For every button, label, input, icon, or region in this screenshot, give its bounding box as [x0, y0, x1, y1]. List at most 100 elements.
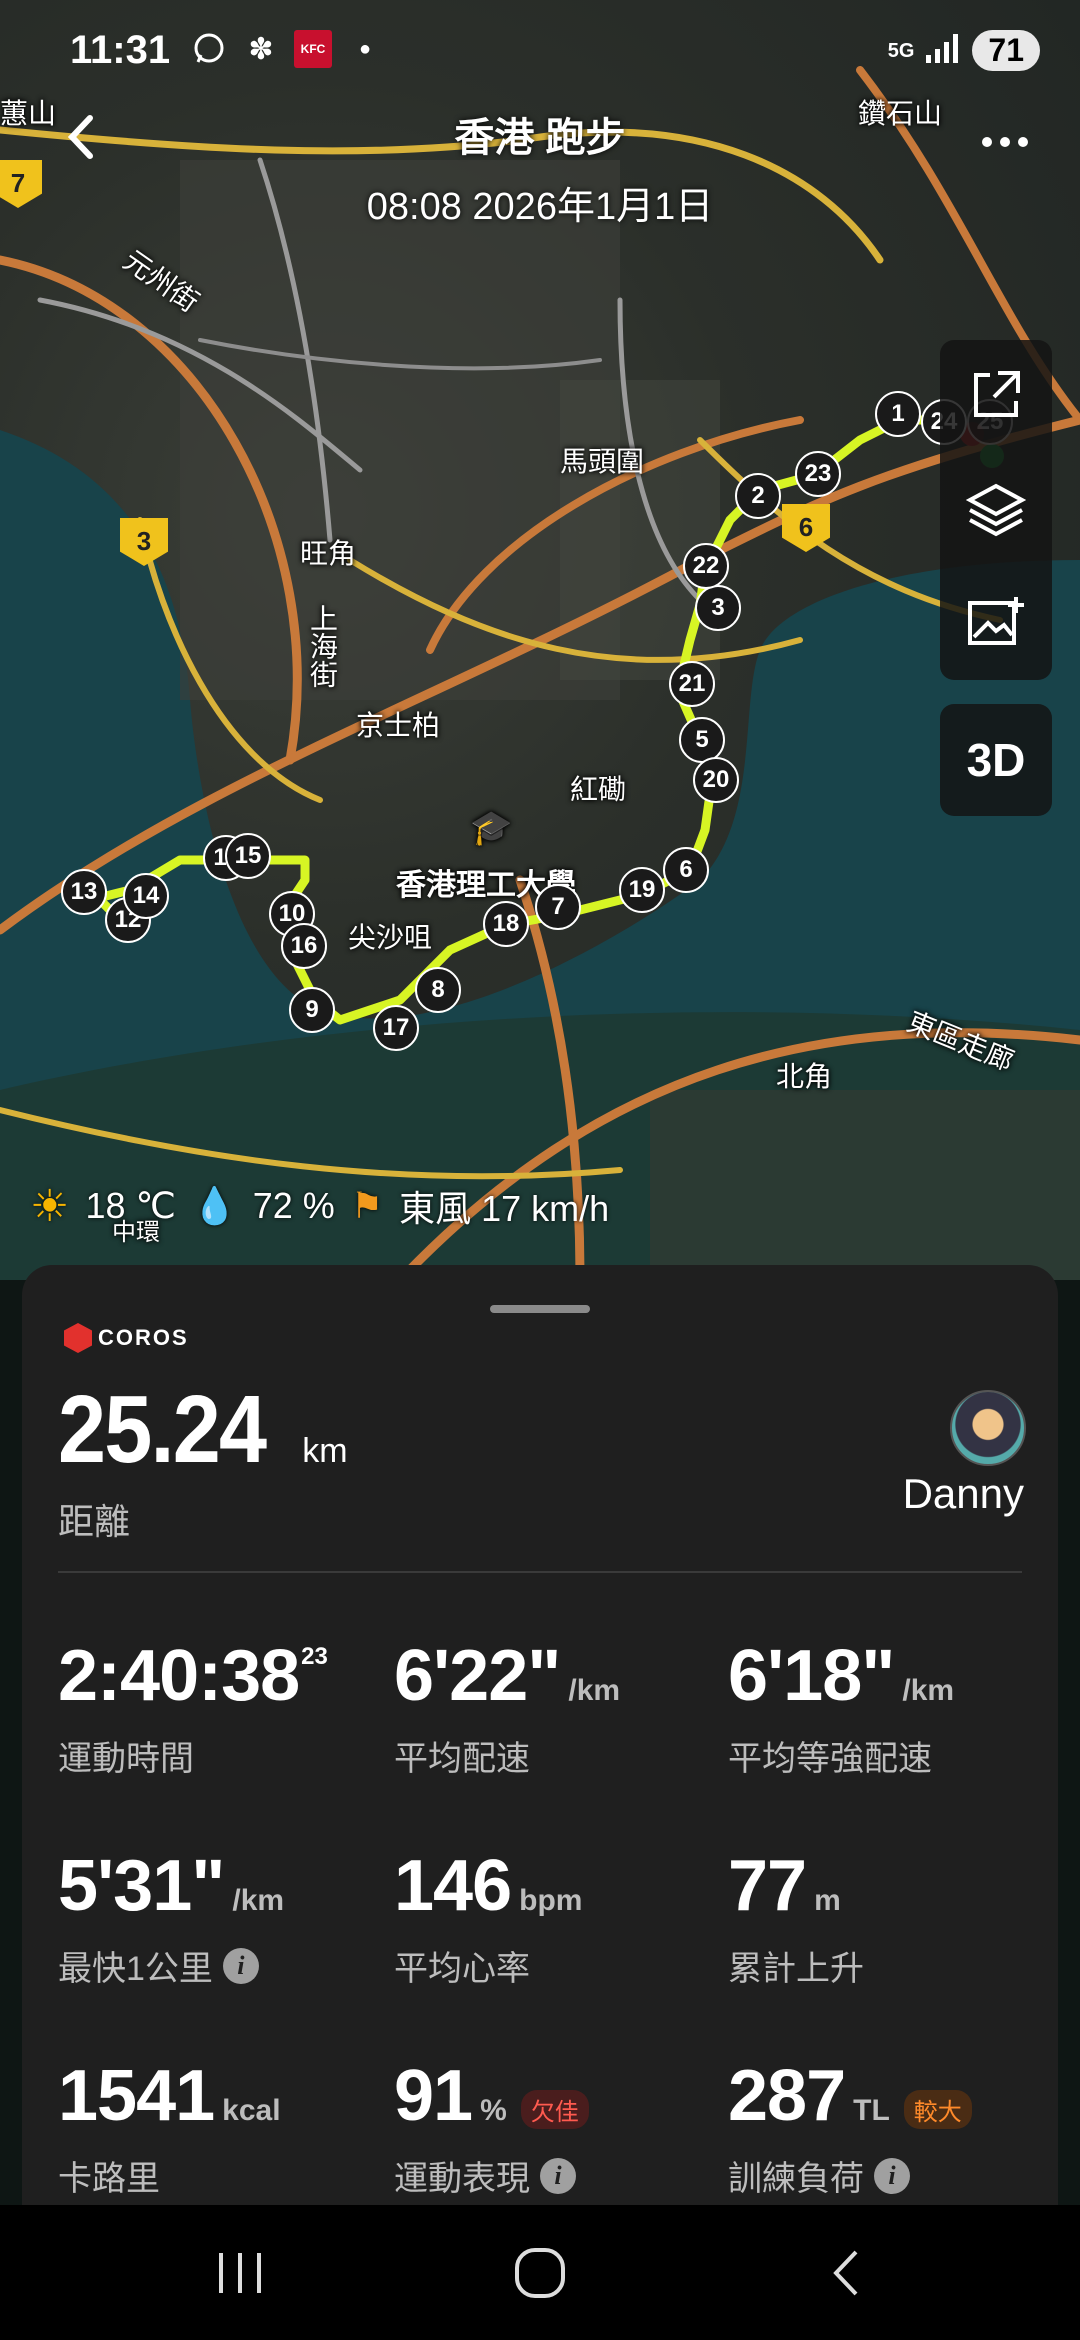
- add-photo-icon: [968, 597, 1024, 645]
- brand-name: COROS: [98, 1325, 189, 1350]
- stat-unit: /km: [902, 1674, 955, 1707]
- network-type: 5G: [887, 39, 915, 62]
- stat-unit: /km: [568, 1674, 621, 1707]
- activity-datetime: 08:08 2026年1月1日: [366, 186, 714, 228]
- activity-summary-sheet[interactable]: COROS 25.24 km 距離 Danny 2:40:38 23 運動時間 6…: [22, 1265, 1058, 2265]
- km-marker[interactable]: 19: [619, 867, 665, 913]
- weather-strip: ☀ 18 ℃ 💧 72 % ⚑ 東風 17 km/h: [30, 1180, 609, 1232]
- stat-label: 平均等強配速: [728, 1740, 932, 1778]
- layers-button[interactable]: [940, 455, 1052, 565]
- stat-avg-hr: 146 bpm 平均心率: [394, 1845, 714, 1990]
- km-marker[interactable]: 15: [225, 833, 271, 879]
- km-marker[interactable]: 22: [683, 543, 729, 589]
- coros-logo-icon: [64, 1323, 92, 1353]
- stat-training-load: 287 TL 較大 訓練負荷 i: [728, 2055, 1048, 2200]
- stat-value: 146: [394, 1846, 512, 1926]
- nav-back-button[interactable]: [746, 2205, 946, 2340]
- stat-unit: TL: [853, 2094, 890, 2127]
- 3d-view-button[interactable]: 3D: [940, 704, 1052, 816]
- km-marker[interactable]: 2: [735, 473, 781, 519]
- stat-label: 訓練負荷: [728, 2160, 864, 2198]
- sheet-grab-handle[interactable]: [490, 1305, 590, 1313]
- stat-performance: 91% 欠佳 運動表現 i: [394, 2055, 714, 2200]
- battery-level: 71: [972, 30, 1040, 71]
- flower-icon: ✽: [248, 32, 274, 66]
- info-icon[interactable]: i: [222, 1947, 259, 1984]
- distance-unit: km: [302, 1432, 348, 1470]
- km-marker[interactable]: 17: [373, 1005, 419, 1051]
- map-label-north-point: 北角: [776, 1061, 833, 1092]
- back-icon: [833, 2250, 858, 2295]
- map-label-mong-kok: 旺角: [300, 538, 357, 569]
- whatsapp-icon: [190, 30, 228, 68]
- km-marker[interactable]: 3: [695, 585, 741, 631]
- km-marker[interactable]: 18: [483, 901, 529, 947]
- stat-value: 287: [728, 2056, 846, 2136]
- stat-avg-pace: 6'22"/km 平均配速: [394, 1635, 714, 1780]
- distance-label: 距離: [58, 1501, 131, 1542]
- status-time: 11:31: [70, 28, 171, 72]
- humidity: 72 %: [252, 1185, 335, 1226]
- more-options-button[interactable]: [970, 110, 1040, 170]
- stat-label: 平均配速: [394, 1740, 530, 1778]
- km-marker[interactable]: 6: [663, 847, 709, 893]
- more-dots-icon: [982, 137, 1028, 147]
- km-marker[interactable]: 9: [289, 987, 335, 1033]
- status-bar: 11:31 ✽ KFC ● 5G 71: [0, 0, 1080, 110]
- info-icon[interactable]: i: [540, 2157, 576, 2194]
- map-label-ma-tau-wai: 馬頭圍: [560, 446, 645, 477]
- km-marker[interactable]: 8: [415, 967, 461, 1013]
- km-marker[interactable]: 7: [535, 884, 581, 930]
- layers-icon: [966, 483, 1026, 537]
- home-icon: [515, 2247, 565, 2298]
- stat-elevation-gain: 77 m 累計上升: [728, 1845, 1048, 1990]
- recent-apps-button[interactable]: [140, 2205, 340, 2340]
- map-label-king-sze-pak: 京士柏: [356, 710, 441, 741]
- stat-value: 6'18": [728, 1636, 895, 1716]
- stat-label: 卡路里: [58, 2160, 160, 2198]
- avatar[interactable]: [950, 1390, 1026, 1466]
- km-marker[interactable]: 1: [875, 391, 921, 437]
- brand-logo: COROS: [64, 1323, 189, 1353]
- stat-value: 6'22": [394, 1636, 561, 1716]
- sun-icon: ☀: [30, 1181, 70, 1231]
- stat-unit: kcal: [222, 2094, 281, 2127]
- km-marker[interactable]: 14: [123, 873, 169, 919]
- stat-value: 77: [728, 1846, 807, 1926]
- page-title: 香港 跑步: [454, 116, 626, 160]
- kfc-app-icon: KFC: [294, 30, 332, 68]
- divider: [58, 1571, 1022, 1573]
- status-badge: 較大: [903, 2090, 972, 2129]
- stat-unit: %: [480, 2094, 507, 2127]
- stat-label: 累計上升: [728, 1950, 864, 1988]
- stat-label: 最快1公里: [58, 1950, 213, 1988]
- map-label-shanghai-st: 上海街: [307, 604, 338, 688]
- distance-value: 25.24 km: [58, 1375, 348, 1485]
- system-nav-bar: [0, 2205, 1080, 2340]
- share-icon: [974, 371, 1020, 417]
- map-tool-panel: [940, 340, 1052, 680]
- stat-value: 91: [394, 2056, 473, 2136]
- stat-label: 平均心率: [394, 1950, 530, 1988]
- km-marker[interactable]: 5: [679, 717, 725, 763]
- stat-unit: bpm: [519, 1884, 583, 1917]
- wind-flag-icon: ⚑: [350, 1185, 384, 1226]
- recent-apps-icon: [219, 2252, 261, 2293]
- add-photo-button[interactable]: [940, 568, 1052, 678]
- km-marker[interactable]: 20: [693, 757, 739, 803]
- dot-icon: ●: [358, 37, 372, 60]
- share-button[interactable]: [940, 340, 1052, 450]
- map-label-hung-hom: 紅磡: [570, 774, 627, 805]
- km-marker[interactable]: 13: [61, 869, 107, 915]
- stat-label: 運動時間: [58, 1740, 194, 1778]
- info-icon[interactable]: i: [874, 2157, 910, 2194]
- humidity-icon: 💧: [191, 1185, 237, 1226]
- stat-value: 5'31": [58, 1846, 225, 1926]
- stat-calories: 1541 kcal 卡路里: [58, 2055, 378, 2200]
- stat-value: 2:40:38: [58, 1636, 300, 1716]
- km-marker[interactable]: 21: [669, 661, 715, 707]
- km-marker[interactable]: 23: [795, 451, 841, 497]
- temperature: 18 ℃: [85, 1185, 176, 1226]
- km-marker[interactable]: 16: [281, 923, 327, 969]
- home-button[interactable]: [440, 2205, 640, 2340]
